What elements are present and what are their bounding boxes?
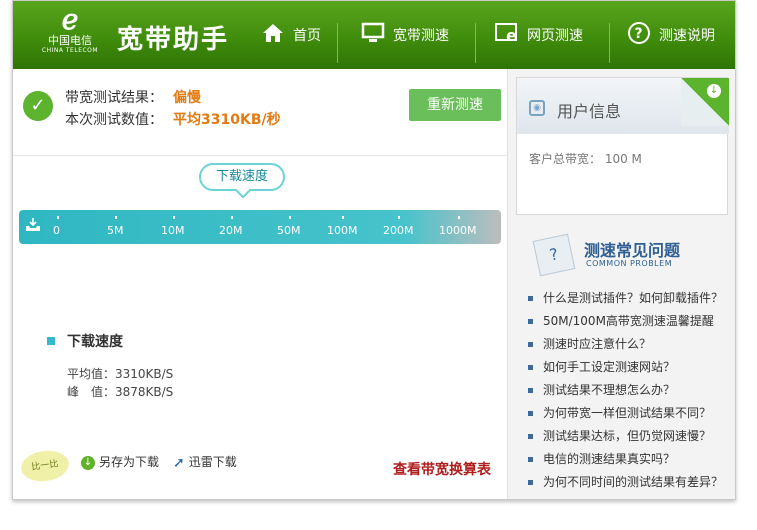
thunder-bird-icon: ➚ <box>173 454 185 471</box>
telecom-mark-icon: ℯ <box>61 3 79 36</box>
faq-clipboard-icon: ? <box>532 233 576 277</box>
thunder-download-label: 迅雷下载 <box>188 455 237 469</box>
faq-item[interactable]: 测速时应注意什么？ <box>528 333 734 356</box>
gauge-tick: 0 <box>53 216 60 237</box>
user-info-header: ◉ 用户信息 ↓ <box>517 78 729 134</box>
retest-button[interactable]: 重新测速 <box>409 89 501 121</box>
china-telecom-logo: ℯ 中国电信 CHINA TELECOM <box>35 5 105 65</box>
nav-divider <box>609 23 610 63</box>
measured-label: 本次测试数值： <box>65 112 163 128</box>
download-icon: ↓ <box>81 455 95 470</box>
result-label: 带宽测试结果： <box>65 90 163 106</box>
faq-item[interactable]: 电信的测速结果真实吗？ <box>528 448 734 471</box>
app-title: 宽带助手 <box>117 25 230 55</box>
gauge-tick: 1000M <box>439 216 477 237</box>
nav-broadband-test[interactable]: 宽带测速 <box>361 1 449 69</box>
gauge-tick: 50M <box>277 216 301 237</box>
gauge-tick: 20M <box>219 216 243 237</box>
svg-text:?: ? <box>635 26 643 42</box>
download-speed-bubble: 下载速度 <box>199 163 285 191</box>
page-curl-corner <box>681 78 729 126</box>
download-speed-title: 下载速度 <box>67 334 123 350</box>
app-window: ℯ 中国电信 CHINA TELECOM 宽带助手 首页 宽带测速 e 网页测速 <box>12 0 736 500</box>
avg-speed: 平均值：3310KB/S <box>67 367 174 381</box>
faq-subtitle: COMMON PROBLEM <box>586 259 673 268</box>
legend-marker <box>47 337 55 345</box>
result-value: 偏慢 <box>173 90 201 106</box>
divider <box>13 155 507 156</box>
gauge-tick: 5M <box>107 216 124 237</box>
logo-text-cn: 中国电信 <box>48 34 92 47</box>
svg-text:e: e <box>506 26 517 44</box>
faq-item[interactable]: 什么是测试插件？如何卸载插件？ <box>528 287 734 310</box>
user-info-icon: ◉ <box>529 100 545 116</box>
header-bar: ℯ 中国电信 CHINA TELECOM 宽带助手 首页 宽带测速 e 网页测速 <box>13 1 735 69</box>
monitor-icon <box>361 22 385 48</box>
faq-item[interactable]: 50M/100M高带宽测速温馨提醒 <box>528 310 734 333</box>
compare-badge[interactable]: 比一比 <box>19 447 71 485</box>
nav-home[interactable]: 首页 <box>261 1 321 69</box>
download-arrow-icon[interactable]: ↓ <box>707 84 721 98</box>
faq-item[interactable]: 为何带宽一样但测试结果不同？ <box>528 402 734 425</box>
bandwidth-table-link[interactable]: 查看带宽换算表 <box>393 459 491 479</box>
gauge-tick: 200M <box>383 216 414 237</box>
faq-list: 什么是测试插件？如何卸载插件？ 50M/100M高带宽测速温馨提醒 测速时应注意… <box>528 287 734 494</box>
result-panel: ✓ 带宽测试结果： 偏慢 本次测试数值： 平均3310KB/秒 重新测速 下载速… <box>13 69 507 499</box>
total-bandwidth: 客户总带宽： 100 M <box>529 152 642 166</box>
save-download-link[interactable]: ↓ 另存为下载 <box>81 453 159 483</box>
nav-web-test-label: 网页测速 <box>527 28 583 44</box>
home-icon <box>261 22 285 48</box>
user-info-card: ◉ 用户信息 ↓ 客户总带宽： 100 M <box>516 77 729 215</box>
nav-divider <box>337 23 338 63</box>
nav-test-help-label: 测速说明 <box>659 28 715 44</box>
nav-home-label: 首页 <box>293 28 321 44</box>
nav-broadband-test-label: 宽带测速 <box>393 28 449 44</box>
user-info-title: 用户信息 <box>557 102 622 121</box>
nav-divider <box>475 23 476 63</box>
browser-icon: e <box>495 22 519 48</box>
save-download-label: 另存为下载 <box>99 455 160 469</box>
thunder-download-link[interactable]: ➚ 迅雷下载 <box>173 453 237 483</box>
check-icon: ✓ <box>23 91 53 121</box>
logo-text-en: CHINA TELECOM <box>41 47 99 54</box>
nav-web-test[interactable]: e 网页测速 <box>495 1 583 69</box>
download-tray-icon <box>25 218 41 236</box>
faq-item[interactable]: 测试结果达标，但仍觉网速慢？ <box>528 425 734 448</box>
sidebar: ◉ 用户信息 ↓ 客户总带宽： 100 M ? 测速常见问题 COMMON PR… <box>507 69 735 499</box>
faq-title: 测速常见问题 <box>584 241 681 260</box>
faq-item[interactable]: 如何手工设定测速网站？ <box>528 356 734 379</box>
faq-item[interactable]: 为何不同时间的测试结果有差异？ <box>528 471 734 494</box>
measured-value: 平均3310KB/秒 <box>173 112 281 128</box>
help-icon: ? <box>627 21 651 49</box>
speed-gauge-bar: 0 5M 10M 20M 50M 100M 200M 1000M <box>19 210 501 244</box>
gauge-tick: 10M <box>161 216 185 237</box>
peak-speed: 峰 值：3878KB/S <box>67 385 174 399</box>
nav-test-help[interactable]: ? 测速说明 <box>627 1 715 69</box>
gauge-tick: 100M <box>327 216 358 237</box>
faq-item[interactable]: 测试结果不理想怎么办？ <box>528 379 734 402</box>
